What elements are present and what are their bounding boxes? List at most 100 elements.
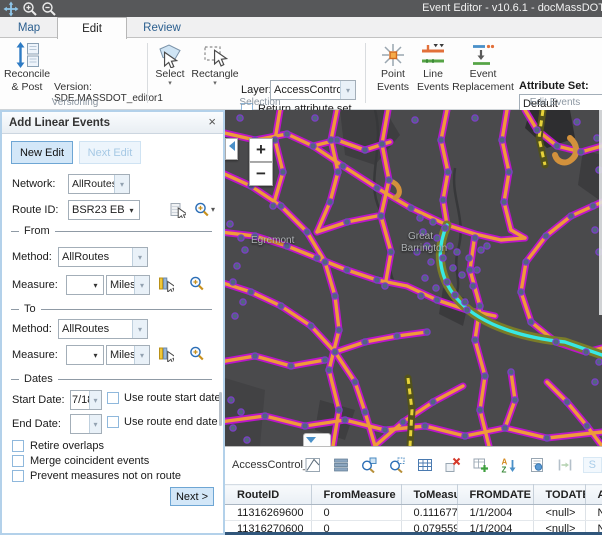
chevron-down-icon[interactable]: ▾ — [168, 81, 172, 86]
use-route-end-checkbox[interactable] — [107, 416, 119, 428]
attribute-table[interactable]: RouteID FromMeasure ToMeasure FROMDATE T… — [225, 484, 602, 535]
select-tool-button[interactable]: Select ▾ — [150, 42, 190, 86]
chevron-down-icon[interactable]: ▾ — [89, 415, 101, 433]
ribbon: Reconcile & Post Version: SDE.MASSDOT_ed… — [0, 38, 602, 110]
zoom-in-icon[interactable] — [22, 1, 38, 17]
from-measure-combobox[interactable]: ▾ — [66, 275, 104, 295]
versioning-group-label: Versioning — [20, 97, 130, 108]
use-start-row: Use route start date — [107, 392, 221, 404]
chevron-down-icon[interactable]: ▾ — [213, 81, 217, 86]
to-method-combobox[interactable]: AllRoutes ▾ — [58, 319, 148, 339]
tab-edit[interactable]: Edit — [57, 17, 127, 39]
merge-coincident-label: Merge coincident events — [30, 455, 149, 467]
tab-review[interactable]: Review — [127, 17, 197, 38]
group-separator — [365, 43, 366, 103]
title-bar: Event Editor - v10.6.1 - docMassDOTI — [0, 0, 602, 17]
chevron-down-icon[interactable]: ▾ — [89, 391, 101, 409]
tab-map[interactable]: Map — [0, 17, 58, 38]
line-events-button[interactable]: Line Events — [414, 42, 452, 93]
select-tool-label: Select — [155, 68, 184, 81]
add-linear-events-panel: Add Linear Events × New Edit Next Edit N… — [0, 110, 225, 535]
measure-picker-icon[interactable] — [158, 346, 174, 362]
route-id-combobox[interactable]: BSR23 EB ▾ — [68, 200, 140, 220]
chevron-down-icon[interactable]: ▾ — [124, 201, 139, 219]
network-combobox[interactable]: AllRoutes ▾ — [68, 174, 130, 194]
map-zoom-out-button[interactable]: − — [249, 162, 273, 186]
line-events-icon — [420, 42, 446, 68]
table-layer-name: AccessControl_A — [225, 459, 305, 471]
table-row[interactable]: 11316269600 0 0.1116773 1/1/2004 <null> … — [225, 505, 602, 521]
retire-overlaps-checkbox[interactable] — [12, 440, 24, 452]
col-fromdate[interactable]: FROMDATE — [457, 485, 533, 505]
end-date-label: End Date: — [12, 418, 61, 430]
chevron-down-icon — [310, 434, 324, 446]
to-section-separator: To — [11, 303, 212, 315]
sort-icon[interactable]: AZ — [501, 457, 517, 473]
chevron-down-icon[interactable]: ▾ — [340, 81, 355, 99]
new-edit-button[interactable]: New Edit — [11, 141, 73, 164]
col-ac[interactable]: AC — [585, 485, 602, 505]
panel-title: Add Linear Events — [2, 117, 110, 129]
rectangle-tool-button[interactable]: Rectangle ▾ — [191, 42, 239, 86]
chevron-down-icon[interactable]: ▾ — [211, 205, 215, 214]
prevent-measures-checkbox[interactable] — [12, 470, 24, 482]
route-id-value: BSR23 EB — [69, 201, 124, 219]
use-route-start-checkbox[interactable] — [107, 392, 119, 404]
zoom-to-measure-icon[interactable] — [189, 276, 205, 292]
col-todate[interactable]: TODATE — [533, 485, 585, 505]
chevron-down-icon: ▾ — [134, 346, 149, 364]
merge-coincident-checkbox[interactable] — [12, 455, 24, 467]
map-canvas[interactable]: Egremont Great Barrington + − — [225, 110, 602, 446]
point-events-button[interactable]: Point Events — [374, 42, 412, 93]
table-disabled-button: S — [583, 457, 602, 473]
route-picker-icon[interactable] — [170, 202, 186, 218]
attribute-set-label: Attribute Set: — [519, 80, 589, 92]
zoom-to-measure-icon[interactable] — [189, 346, 205, 362]
grid-icon[interactable] — [417, 457, 433, 473]
col-frommeasure[interactable]: FromMeasure — [311, 485, 401, 505]
chevron-down-icon[interactable]: ▾ — [88, 346, 103, 364]
from-units-combobox[interactable]: Miles ▾ — [106, 275, 150, 295]
polygon-select-icon[interactable] — [305, 457, 321, 473]
retire-overlaps-row: Retire overlaps — [12, 440, 104, 452]
collapse-panel-button[interactable] — [225, 138, 238, 160]
from-method-value: AllRoutes — [59, 248, 132, 266]
event-replacement-icon — [470, 42, 496, 68]
zoom-selected2-icon[interactable] — [389, 457, 405, 473]
col-tomeasure[interactable]: ToMeasure — [401, 485, 457, 505]
add-record-icon[interactable] — [473, 457, 489, 473]
to-measure-combobox[interactable]: ▾ — [66, 345, 104, 365]
col-routeid[interactable]: RouteID — [225, 485, 311, 505]
to-measure-value — [67, 346, 88, 364]
reconcile-post-button[interactable]: Reconcile & Post — [3, 42, 51, 93]
edit-events-group-label: Edit Events — [510, 97, 600, 108]
to-units-combobox[interactable]: Miles ▾ — [106, 345, 150, 365]
zoom-selected-icon[interactable] — [361, 457, 377, 473]
map-zoom-in-button[interactable]: + — [249, 138, 273, 162]
event-editor-window: Event Editor - v10.6.1 - docMassDOTI Map… — [0, 0, 602, 535]
panel-scrollbar[interactable] — [219, 392, 222, 426]
zoom-out-icon[interactable] — [41, 1, 57, 17]
dates-section-separator: Dates — [11, 373, 212, 385]
next-button[interactable]: Next > — [170, 487, 214, 506]
start-date-field[interactable]: 7/18/ ▾ — [70, 390, 102, 410]
offset-gray-icon[interactable] — [557, 457, 573, 473]
measure-picker-icon[interactable] — [158, 276, 174, 292]
point-events-label-2: Events — [377, 81, 409, 94]
zoom-to-route-icon[interactable] — [194, 202, 210, 218]
to-units-value: Miles — [107, 346, 134, 364]
collapse-table-button[interactable] — [303, 433, 331, 446]
selection-group-label: Selection — [215, 97, 305, 108]
event-replacement-button[interactable]: Event Replacement — [452, 42, 514, 93]
pan-icon[interactable] — [3, 1, 19, 17]
from-method-combobox[interactable]: AllRoutes ▾ — [58, 247, 148, 267]
rows-icon[interactable] — [333, 457, 349, 473]
group-separator — [147, 43, 148, 103]
dates-section-label: Dates — [24, 373, 53, 385]
merge-coincident-row: Merge coincident events — [12, 455, 149, 467]
chevron-down-icon[interactable]: ▾ — [88, 276, 103, 294]
end-date-field[interactable]: ▾ — [70, 414, 102, 434]
close-icon[interactable]: × — [208, 115, 216, 129]
clear-selection-icon[interactable] — [445, 457, 461, 473]
report-icon[interactable] — [529, 457, 545, 473]
